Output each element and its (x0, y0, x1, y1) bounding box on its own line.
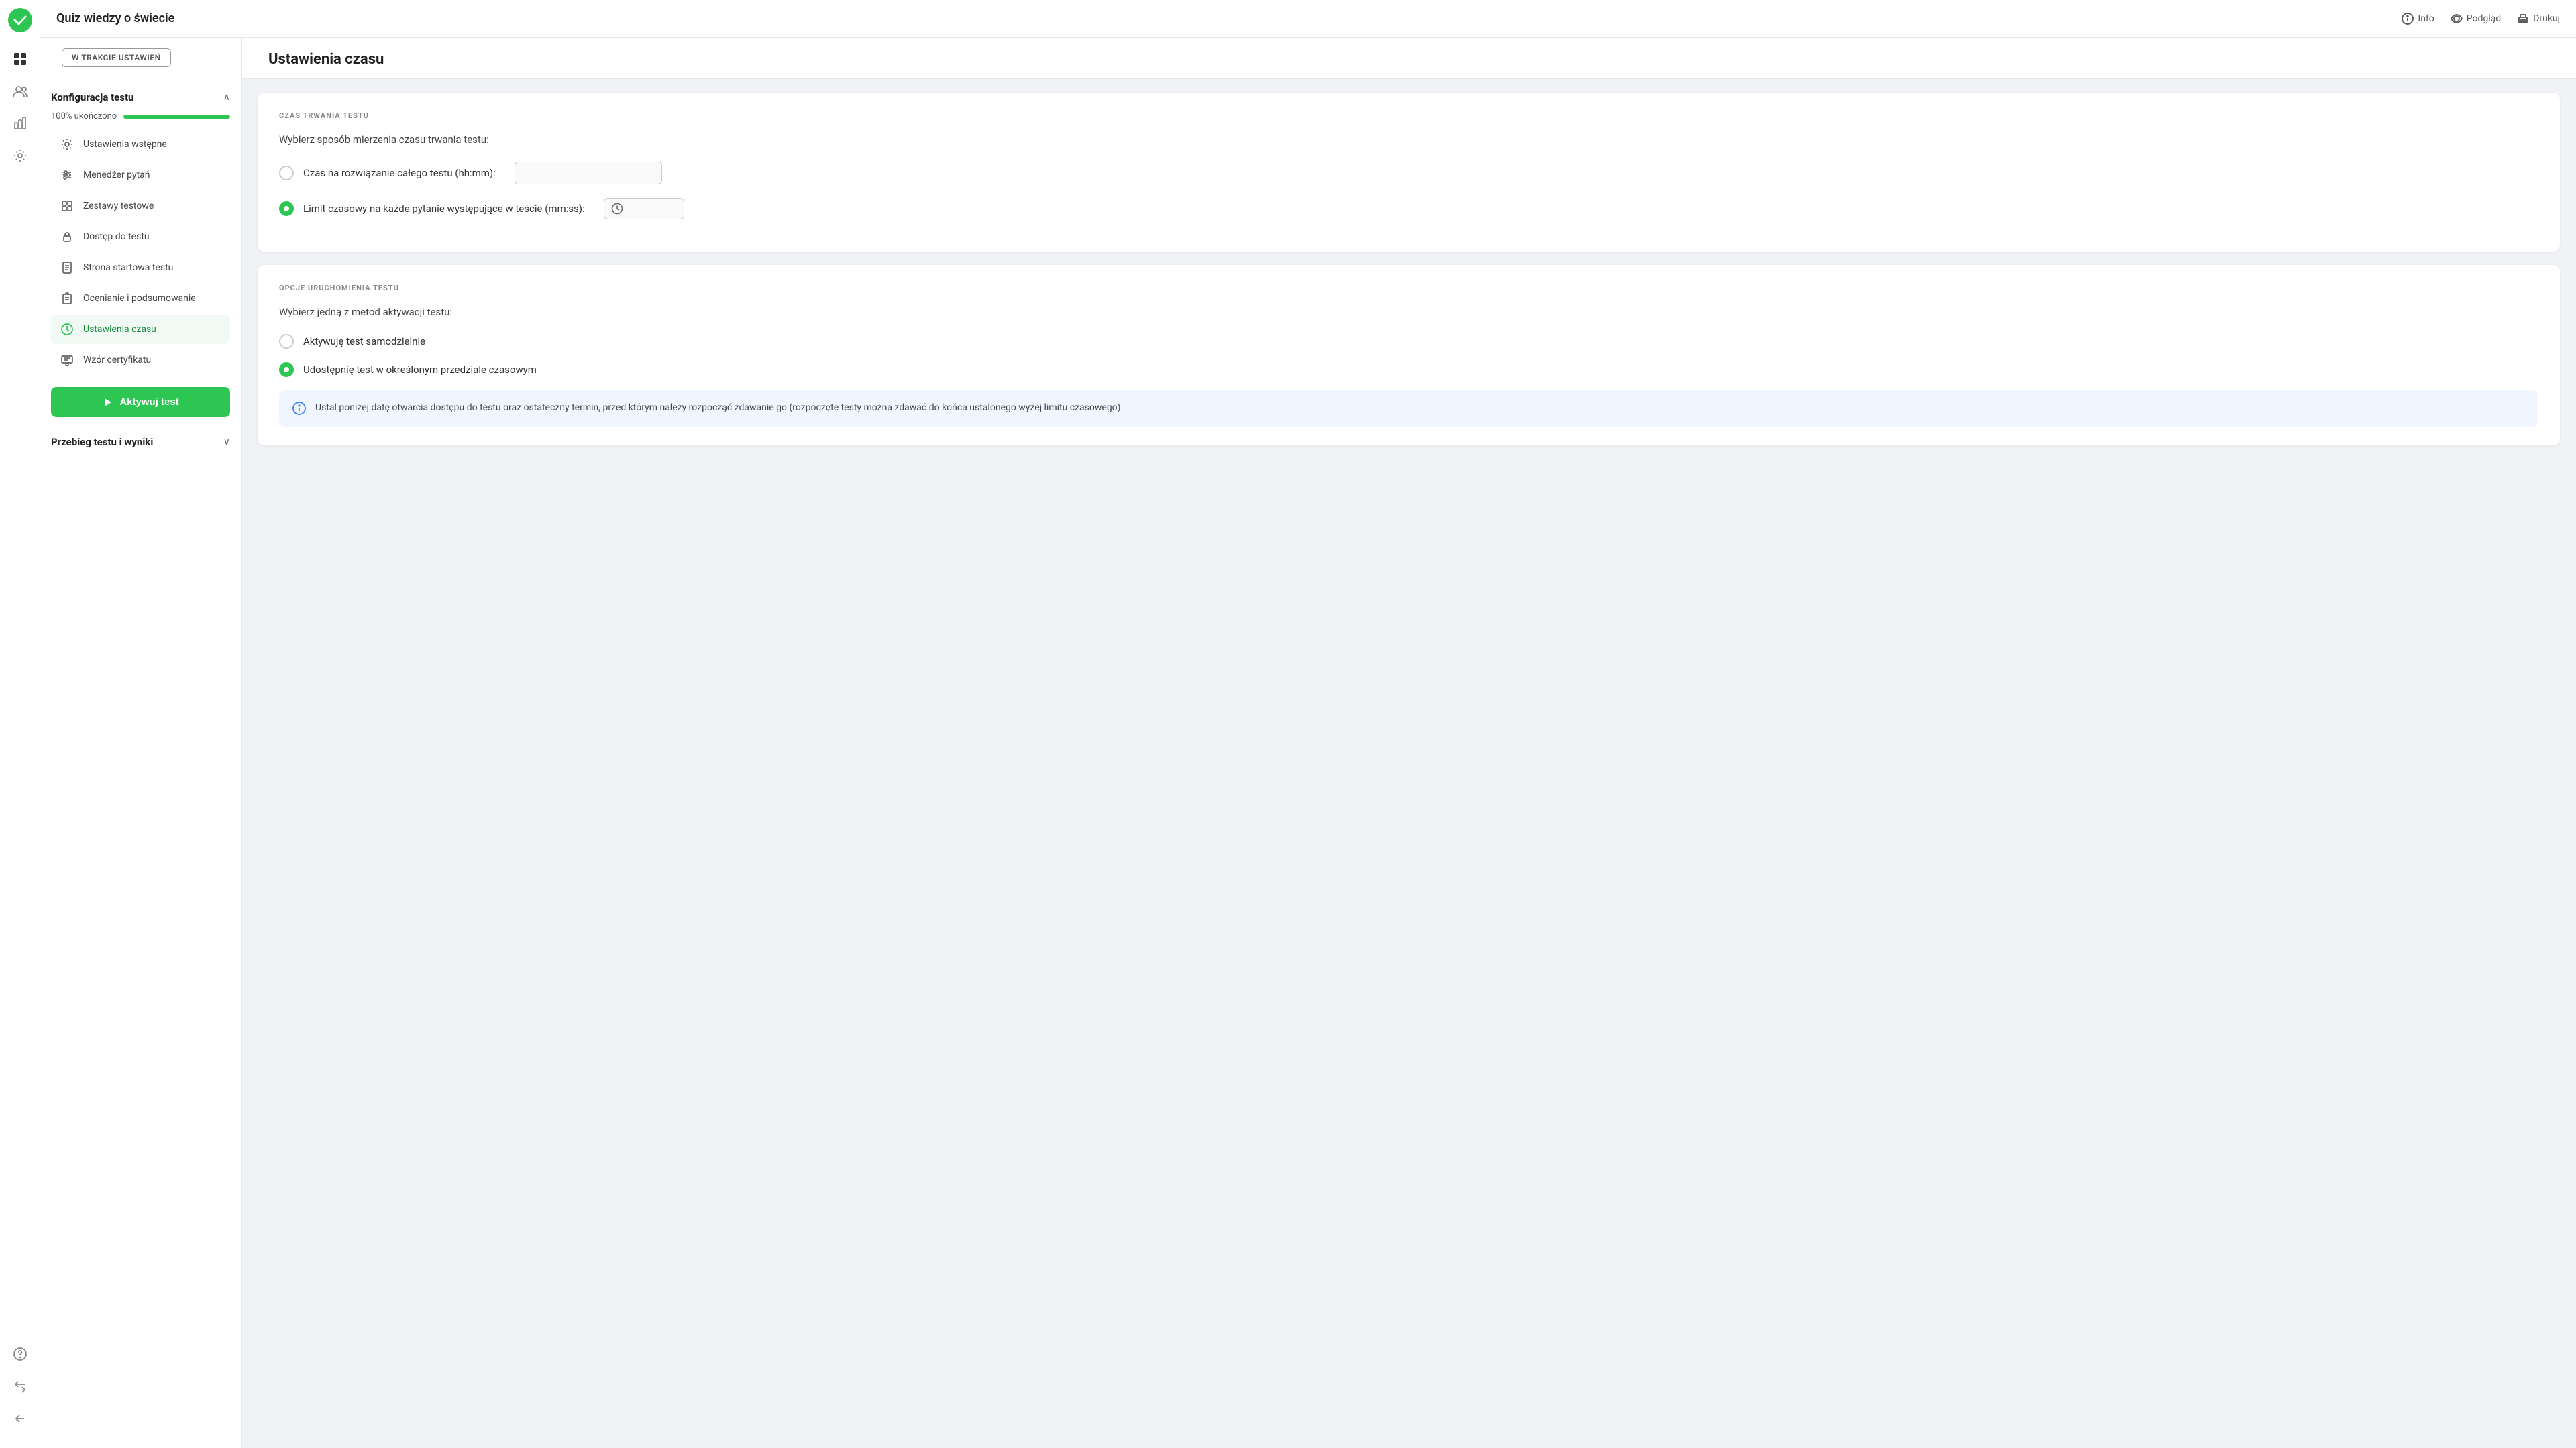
preview-label: Podgląd (2467, 13, 2501, 24)
radio-option-self-activate: Aktywuję test samodzielnie (279, 334, 2538, 349)
activation-options-description: Wybierz jedną z metod aktywacji testu: (279, 306, 2538, 318)
chevron-down-icon (223, 437, 230, 447)
sliders-icon (59, 167, 75, 183)
page-title: Ustawienia czasu (268, 51, 2549, 68)
radio-option-full-test: Czas na rozwiązanie całego testu (hh:mm)… (279, 162, 2538, 184)
info-box-text: Ustal poniżej datę otwarcia dostępu do t… (315, 401, 1123, 416)
sidebar-label-ustawienia-czasu: Ustawienia czasu (83, 324, 156, 335)
sidebar-item-zestawy-testowe[interactable]: Zestawy testowe (51, 191, 230, 221)
radio-full-test[interactable] (279, 166, 294, 180)
sidebar-item-ustawienia-wstepne[interactable]: Ustawienia wstępne (51, 129, 230, 159)
content-area: W TRAKCIE USTAWIEŃ Konfiguracja testu 10… (40, 38, 2576, 1448)
info-icon (2402, 13, 2414, 25)
sidebar-section2-title: Przebieg testu i wyniki (51, 436, 153, 448)
sidebar-item-wzor-certyfikatu[interactable]: Wzór certyfikatu (51, 345, 230, 375)
preview-action[interactable]: Podgląd (2451, 13, 2501, 25)
nav-icon-expand[interactable] (7, 1405, 34, 1432)
clipboard-icon (59, 290, 75, 307)
file-icon (59, 260, 75, 276)
time-duration-section: CZAS TRWANIA TESTU Wybierz sposób mierze… (258, 93, 2560, 252)
nav-icon-grid[interactable] (7, 46, 34, 72)
progress-bar-fill (123, 115, 230, 119)
progress-bar-track (123, 115, 230, 119)
print-action[interactable]: Drukuj (2517, 13, 2560, 25)
certificate-icon (59, 352, 75, 368)
clock-icon (59, 321, 75, 337)
sidebar-label-ustawienia-wstepne: Ustawienia wstępne (83, 139, 167, 150)
clock-input-icon (611, 203, 623, 215)
lock-icon (59, 229, 75, 245)
preview-icon (2451, 13, 2463, 25)
print-icon (2517, 13, 2529, 25)
sidebar-label-dostep-do-testu: Dostęp do testu (83, 231, 150, 242)
info-box: Ustal poniżej datę otwarcia dostępu do t… (279, 390, 2538, 427)
radio-time-window[interactable] (279, 362, 294, 377)
play-icon (102, 397, 113, 408)
radio-self-activate-label: Aktywuję test samodzielnie (303, 335, 425, 347)
info-box-icon (292, 402, 306, 415)
info-label: Info (2418, 13, 2434, 24)
activate-test-button[interactable]: Aktywuj test (51, 387, 230, 417)
nav-icon-help[interactable] (7, 1341, 34, 1368)
radio-option-time-window: Udostępnię test w określonym przedziale … (279, 362, 2538, 377)
nav-icon-users[interactable] (7, 78, 34, 105)
sidebar-label-zestawy-testowe: Zestawy testowe (83, 201, 154, 211)
sidebar-section-config: Konfiguracja testu 100% ukończono (40, 86, 241, 376)
sidebar-section-config-title: Konfiguracja testu (51, 91, 133, 103)
sidebar-label-strona-startowa: Strona startowa testu (83, 262, 173, 273)
nav-icon-back[interactable] (7, 1373, 34, 1400)
full-test-time-input[interactable] (515, 162, 662, 184)
radio-per-question-label: Limit czasowy na każde pytanie występują… (303, 203, 585, 215)
time-duration-description: Wybierz sposób mierzenia czasu trwania t… (279, 133, 2538, 146)
header-title: Quiz wiedzy o świecie (56, 11, 2391, 25)
sidebar-item-strona-startowa[interactable]: Strona startowa testu (51, 253, 230, 282)
print-label: Drukuj (2533, 13, 2560, 24)
nav-icon-settings[interactable] (7, 142, 34, 169)
time-duration-label: CZAS TRWANIA TESTU (279, 111, 2538, 120)
sidebar-item-dostep-do-testu[interactable]: Dostęp do testu (51, 222, 230, 252)
chevron-up-icon (223, 92, 230, 103)
sidebar-label-menedzer-pytan: Menedżer pytań (83, 170, 150, 180)
sidebar-item-ocenianie[interactable]: Ocenianie i podsumowanie (51, 284, 230, 313)
grid-icon (59, 198, 75, 214)
radio-self-activate[interactable] (279, 334, 294, 349)
top-header: Quiz wiedzy o świecie Info Podgląd (40, 0, 2576, 38)
radio-time-window-label: Udostępnię test w określonym przedziale … (303, 364, 537, 376)
gear-icon (59, 136, 75, 152)
app-logo[interactable] (8, 8, 32, 32)
info-action[interactable]: Info (2402, 13, 2434, 25)
radio-option-per-question: Limit czasowy na każde pytanie występują… (279, 198, 2538, 219)
sidebar: W TRAKCIE USTAWIEŃ Konfiguracja testu 10… (40, 38, 241, 1448)
progress-row: 100% ukończono (51, 111, 230, 121)
status-badge: W TRAKCIE USTAWIEŃ (62, 48, 171, 67)
activation-options-section: OPCJE URUCHOMIENIA TESTU Wybierz jedną z… (258, 265, 2560, 445)
sidebar-section2-header[interactable]: Przebieg testu i wyniki (40, 428, 241, 453)
progress-label: 100% ukończono (51, 111, 117, 121)
icon-bar (0, 0, 40, 1448)
radio-full-test-label: Czas na rozwiązanie całego testu (hh:mm)… (303, 167, 496, 179)
activate-btn-label: Aktywuj test (119, 396, 178, 408)
nav-icon-chart[interactable] (7, 110, 34, 137)
sidebar-label-ocenianie: Ocenianie i podsumowanie (83, 293, 196, 304)
activation-options-label: OPCJE URUCHOMIENIA TESTU (279, 284, 2538, 292)
sidebar-item-ustawienia-czasu[interactable]: Ustawienia czasu (51, 315, 230, 344)
main-content: Ustawienia czasu CZAS TRWANIA TESTU Wybi… (241, 38, 2576, 1448)
sidebar-section-config-header[interactable]: Konfiguracja testu (51, 86, 230, 109)
sidebar-label-wzor-certyfikatu: Wzór certyfikatu (83, 355, 151, 366)
per-question-time-input[interactable] (604, 198, 684, 219)
header-actions: Info Podgląd Drukuj (2402, 13, 2560, 25)
sidebar-item-menedzer-pytan[interactable]: Menedżer pytań (51, 160, 230, 190)
page-title-bar: Ustawienia czasu (241, 38, 2576, 79)
radio-per-question[interactable] (279, 201, 294, 216)
